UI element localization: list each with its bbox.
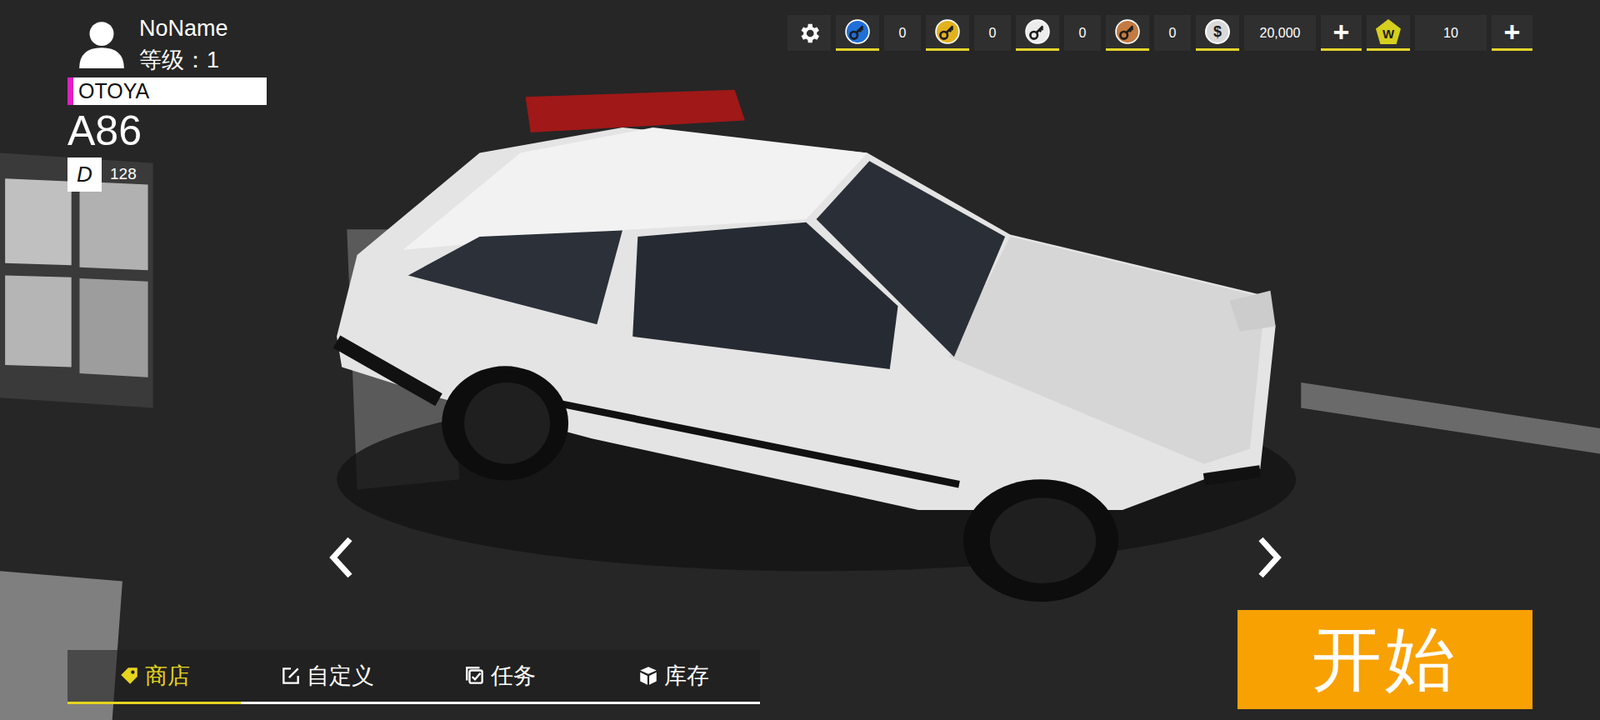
car-rating: D 128 <box>67 157 137 192</box>
currency-amount: 0 <box>1154 15 1191 51</box>
key-icon <box>935 19 960 45</box>
coin-currency: $ <box>1195 15 1240 51</box>
next-car-arrow-icon[interactable] <box>1257 535 1283 580</box>
car-model: A86 <box>67 110 142 152</box>
user-avatar-icon[interactable] <box>75 16 128 72</box>
currency-bar: 0000$20,000+W10+ <box>787 15 1533 51</box>
player-level: 等级：1 <box>139 46 229 74</box>
add-currency-button[interactable]: + <box>1491 15 1533 51</box>
currency-amount: 0 <box>1064 15 1101 51</box>
nav-tab[interactable]: 任务 <box>414 650 588 705</box>
key-icon <box>845 19 870 45</box>
tag-icon <box>118 665 140 687</box>
garage-screen: NoName等级：1OTOYAA86D1280000$20,000+W10+商店… <box>0 0 1600 720</box>
bottom-nav: 商店自定义任务库存 <box>67 650 760 705</box>
currency-amount: 0 <box>884 15 921 51</box>
key-icon <box>1025 19 1050 45</box>
nav-tab[interactable]: 商店 <box>67 650 241 705</box>
car-class-badge: D <box>67 157 102 192</box>
key-currency <box>835 15 880 51</box>
currency-amount: 20,000 <box>1244 15 1316 51</box>
currency-amount: 0 <box>974 15 1011 51</box>
gem-icon: W <box>1375 19 1401 45</box>
box-icon <box>637 665 660 687</box>
key-currency <box>925 15 970 51</box>
settings-button[interactable] <box>787 15 831 51</box>
key-icon <box>1115 19 1140 45</box>
car-rating-value: 128 <box>110 165 137 184</box>
car-brand: OTOYA <box>67 77 267 105</box>
profile-panel: NoName 等级：1 OTOYA A86 D 128 <box>67 15 267 192</box>
start-button[interactable]: 开始 <box>1237 610 1533 710</box>
player-name: NoName <box>139 15 229 42</box>
gear-icon <box>796 20 822 46</box>
currency-amount: 10 <box>1415 15 1487 51</box>
add-currency-button[interactable]: + <box>1320 15 1362 51</box>
checkbox-icon <box>464 665 486 687</box>
nav-tab[interactable]: 自定义 <box>240 650 415 705</box>
key-currency <box>1105 15 1150 51</box>
edit-icon <box>280 665 302 687</box>
key-currency <box>1015 15 1060 51</box>
gem-currency: W <box>1366 15 1410 51</box>
previous-car-arrow-icon[interactable] <box>328 535 354 580</box>
nav-tab[interactable]: 库存 <box>586 650 760 705</box>
coin-icon: $ <box>1205 19 1230 45</box>
